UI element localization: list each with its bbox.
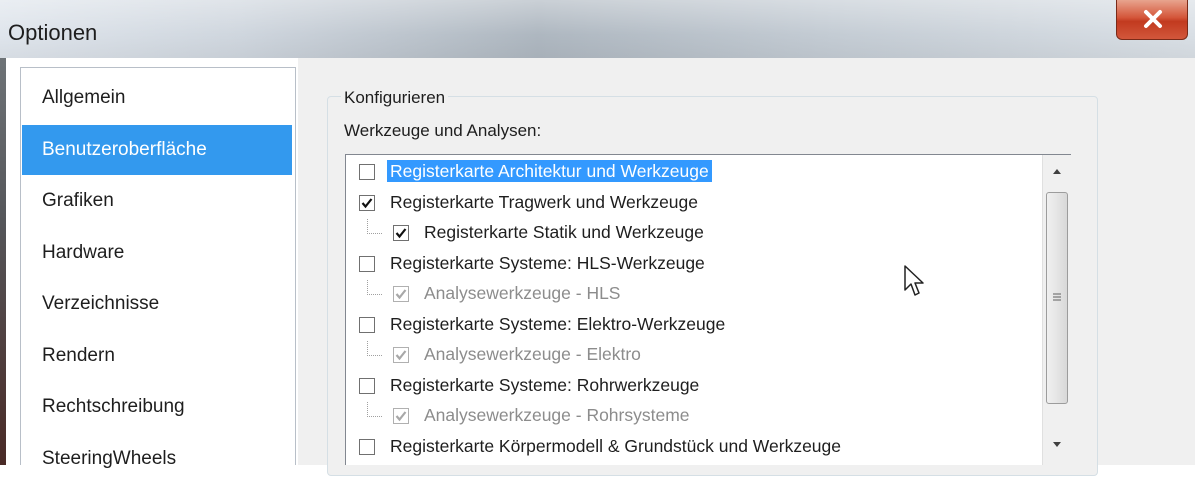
sidebar-item[interactable]: SteeringWheels — [22, 434, 292, 484]
checkmark-icon — [395, 289, 407, 300]
window-left-border — [0, 58, 6, 465]
tree-connector — [367, 341, 382, 356]
tool-checkbox[interactable] — [393, 347, 409, 363]
tool-row[interactable]: Registerkarte Statik und Werkzeuge — [346, 219, 1036, 249]
sidebar-item[interactable]: Benutzeroberfläche — [22, 124, 292, 175]
sidebar-item[interactable]: Allgemein — [22, 73, 292, 123]
tool-checkbox[interactable] — [359, 316, 375, 333]
tool-label: Registerkarte Körpermodell & Grundstück … — [390, 435, 842, 456]
sidebar-item[interactable]: Rechtschreibung — [22, 382, 292, 432]
tool-label: Analysewerkzeuge - Rohrsysteme — [424, 405, 690, 425]
sidebar-item[interactable]: Rendern — [22, 331, 292, 381]
tool-checkbox[interactable] — [359, 194, 375, 211]
tool-row[interactable]: Analysewerkzeuge - Rohrsysteme — [346, 402, 1036, 432]
tree-connector — [367, 402, 382, 417]
tool-row[interactable]: Registerkarte Systeme: HLS-Werkzeuge — [346, 250, 1036, 280]
tool-label: Registerkarte Systeme: Rohrwerkzeuge — [390, 374, 700, 395]
title-bar-gloss — [0, 0, 1195, 58]
tool-row[interactable]: Registerkarte Systeme: Rohrwerkzeuge — [346, 372, 1036, 402]
tool-checkbox[interactable] — [359, 164, 375, 180]
tool-checkbox[interactable] — [359, 438, 375, 455]
tool-row[interactable]: Registerkarte Tragwerk und Werkzeuge — [346, 189, 1036, 219]
tool-label: Registerkarte Systeme: Elektro-Werkzeuge — [390, 313, 726, 334]
options-sidebar: Allgemein Benutzeroberfläche Grafiken Hardw… — [20, 67, 296, 469]
tool-checkbox[interactable] — [393, 225, 409, 241]
scroll-down-button[interactable] — [1043, 431, 1071, 457]
tool-label: Registerkarte Architektur und Werkzeuge — [387, 160, 712, 182]
configure-group-title: Konfigurieren — [341, 88, 449, 108]
tool-row[interactable]: Registerkarte Systeme: Elektro-Werkzeuge — [346, 311, 1036, 341]
tool-row[interactable]: Registerkarte Architektur und Werkzeuge — [346, 158, 1036, 188]
tree-connector — [367, 219, 382, 234]
tool-label: Analysewerkzeuge - Elektro — [424, 344, 641, 364]
scrollbar-thumb[interactable] — [1046, 192, 1068, 404]
tool-label: Registerkarte Tragwerk und Werkzeuge — [390, 191, 699, 212]
tools-section-label: Werkzeuge und Analysen: — [344, 121, 542, 140]
tool-label: Analysewerkzeuge - HLS — [424, 283, 621, 303]
title-bar[interactable]: Optionen — [0, 0, 1195, 58]
scroll-up-button[interactable] — [1043, 158, 1071, 184]
tool-checkbox[interactable] — [359, 377, 375, 394]
tool-checkbox[interactable] — [393, 286, 409, 302]
tool-row[interactable]: Registerkarte Körpermodell & Grundstück … — [346, 433, 1036, 463]
checkmark-icon — [395, 228, 407, 239]
close-button[interactable] — [1116, 0, 1188, 40]
tool-checkbox[interactable] — [393, 408, 409, 424]
window-title: Optionen — [8, 20, 98, 45]
tool-label: Registerkarte Statik und Werkzeuge — [424, 222, 704, 242]
tool-row[interactable]: Analysewerkzeuge - HLS — [346, 280, 1036, 310]
tools-list[interactable]: Registerkarte Architektur und Werkzeuge R… — [345, 154, 1071, 465]
mouse-pointer-icon — [904, 265, 924, 296]
scroll-grip-icon — [1053, 293, 1061, 301]
close-icon — [1144, 10, 1162, 28]
scroll-down-arrow-icon — [1053, 442, 1061, 447]
checkmark-icon — [361, 197, 373, 208]
checkmark-icon — [395, 411, 407, 422]
tool-checkbox[interactable] — [359, 255, 375, 272]
tool-label: Registerkarte Systeme: HLS-Werkzeuge — [390, 252, 705, 273]
tree-connector — [367, 280, 382, 295]
tools-list-scrollbar[interactable] — [1042, 155, 1071, 465]
tool-row[interactable]: Analysewerkzeuge - Elektro — [346, 341, 1036, 371]
sidebar-item[interactable]: Verzeichnisse — [22, 279, 292, 329]
checkmark-icon — [395, 350, 407, 361]
sidebar-item[interactable]: Grafiken — [22, 176, 292, 226]
scroll-up-arrow-icon — [1053, 169, 1061, 174]
sidebar-item[interactable]: Hardware — [22, 228, 292, 278]
